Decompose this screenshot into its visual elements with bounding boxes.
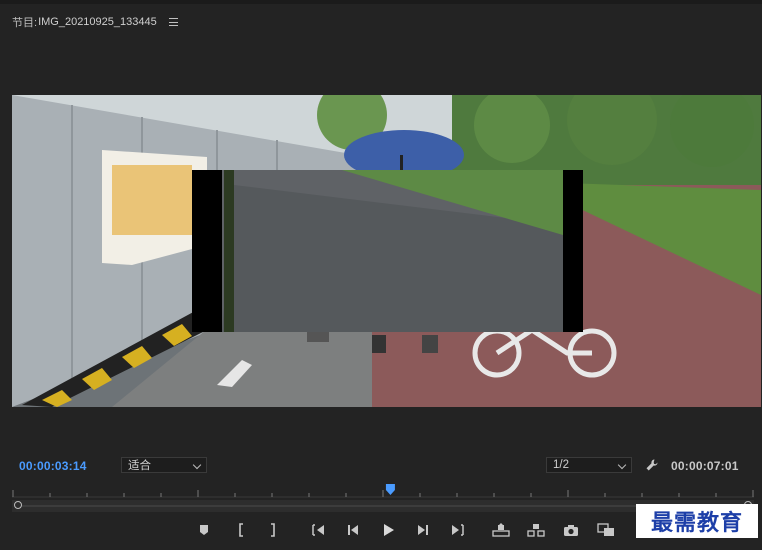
wrench-settings-icon[interactable] (645, 458, 659, 472)
playback-resolution-value: 1/2 (553, 459, 569, 471)
step-back-icon[interactable] (341, 518, 365, 542)
zoom-level-dropdown[interactable]: 适合 (121, 457, 207, 473)
play-icon[interactable] (376, 518, 400, 542)
playhead-marker[interactable] (385, 484, 395, 495)
mark-out-icon[interactable] (261, 518, 285, 542)
zoom-level-value: 适合 (128, 460, 151, 472)
sequence-name[interactable]: IMG_20210925_133445 (38, 16, 157, 28)
panel-title-label: 节目: (12, 17, 38, 29)
watermark-logo: 最需教育 (636, 504, 758, 538)
monitor-controls-row: 00:00:03:14 适合 1/2 00:00:07:01 (0, 456, 762, 476)
video-frame-image (12, 95, 761, 407)
scroll-handle-left[interactable] (14, 501, 22, 509)
mark-in-icon[interactable] (229, 518, 253, 542)
go-to-out-icon[interactable] (446, 518, 470, 542)
duration-timecode: 00:00:07:01 (671, 459, 739, 473)
go-to-in-icon[interactable] (306, 518, 330, 542)
comparison-view-icon[interactable] (594, 518, 618, 542)
program-video-frame (12, 95, 761, 407)
playhead-timecode[interactable]: 00:00:03:14 (19, 459, 87, 473)
step-forward-icon[interactable] (411, 518, 435, 542)
export-frame-icon[interactable] (559, 518, 583, 542)
chevron-down-icon (617, 460, 627, 470)
time-ruler[interactable] (12, 482, 754, 498)
playback-resolution-dropdown[interactable]: 1/2 (546, 457, 632, 473)
extract-icon[interactable] (524, 518, 548, 542)
chevron-down-icon (192, 460, 202, 470)
hamburger-icon[interactable] (168, 18, 178, 26)
program-monitor-header: 节目: IMG_20210925_133445 (12, 13, 178, 31)
panel-top-border (0, 0, 762, 4)
add-marker-icon[interactable] (192, 518, 216, 542)
lift-icon[interactable] (489, 518, 513, 542)
